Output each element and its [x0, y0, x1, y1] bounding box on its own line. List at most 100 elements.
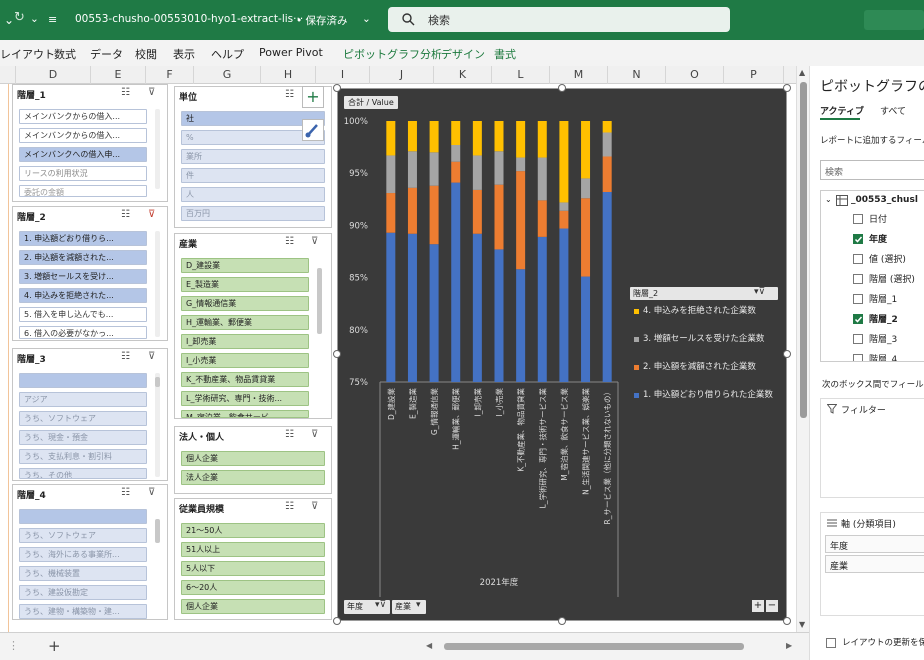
horizontal-scroll-thumb[interactable] [444, 643, 744, 650]
resize-handle[interactable] [558, 84, 566, 92]
tab-design[interactable]: デザイン [441, 46, 485, 62]
column-header-g[interactable]: G [194, 66, 261, 84]
collapse-icon[interactable]: ⌄ [825, 195, 832, 204]
slicer-scroll-thumb[interactable] [155, 377, 160, 387]
column-header-f[interactable]: F [146, 66, 194, 84]
slicer-item[interactable]: うち、その他 [19, 468, 147, 479]
scroll-thumb[interactable] [800, 82, 807, 418]
slicer-item[interactable]: H_運輸業、郵便業 [181, 315, 309, 330]
tab-layout[interactable]: レイアウト [0, 46, 55, 62]
axis-item[interactable]: 産業 [825, 555, 924, 573]
slicer-kaisou-3[interactable]: 階層_3 ☷ ⊽ アジア うち、ソフトウェア うち、現金・預金 うち、支払利息・… [12, 348, 168, 481]
resize-handle[interactable] [783, 84, 791, 92]
slicer-item[interactable]: 3. 増額セールスを受け... [19, 269, 147, 284]
slicer-item[interactable]: D_建設業 [181, 258, 309, 273]
hscroll-left-icon[interactable]: ◀ [426, 641, 432, 650]
slicer-item[interactable]: 百万円 [181, 206, 325, 221]
tab-pivotchart-analyze[interactable]: ピボットグラフ分析 [343, 46, 442, 62]
tab-review[interactable]: 校閲 [135, 46, 157, 62]
slicer-item[interactable]: 2. 申込額を減額された... [19, 250, 147, 265]
slicer-item[interactable]: G_情報通信業 [181, 296, 309, 311]
axis-field-button-sangyo[interactable]: 産業 ▾ [392, 600, 426, 614]
column-header-e[interactable]: E [91, 66, 146, 84]
slicer-item[interactable]: 5人以下 [181, 561, 325, 576]
slicer-item[interactable]: うち、機械装置 [19, 566, 147, 581]
slicer-item[interactable]: 委託の金額 [19, 185, 147, 197]
resize-handle[interactable] [333, 617, 341, 625]
tab-active-fields[interactable]: アクティブ [820, 104, 864, 117]
clear-filter-icon[interactable]: ⊽ [148, 351, 155, 362]
hscroll-right-icon[interactable]: ▶ [786, 641, 792, 650]
slicer-item[interactable]: 51人以上 [181, 542, 325, 557]
slicer-item[interactable]: M_宿泊業、飲食サービ... [181, 410, 309, 418]
field-checkbox[interactable] [853, 274, 863, 284]
slicer-item[interactable]: 4. 申込みを拒絶された... [19, 288, 147, 303]
slicer-item[interactable]: 21～50人 [181, 523, 325, 538]
resize-handle[interactable] [558, 617, 566, 625]
slicer-item[interactable]: アジア [19, 392, 147, 407]
clear-filter-icon[interactable]: ⊽ [311, 429, 318, 440]
multiselect-icon[interactable]: ☷ [285, 429, 294, 440]
clear-filter-icon[interactable]: ⊽ [148, 87, 155, 98]
clear-filter-icon[interactable]: ⊽ [311, 501, 318, 512]
clear-filter-icon[interactable]: ⊽ [148, 209, 155, 220]
slicer-item[interactable]: 件 [181, 168, 325, 183]
slicer-scroll-thumb[interactable] [317, 268, 322, 334]
slicer-item[interactable]: 6～20人 [181, 580, 325, 595]
axis-field-button-nendo[interactable]: 年度 ▾⊽ [344, 600, 390, 614]
chart-style-button[interactable] [302, 119, 324, 141]
slicer-item[interactable]: 1. 申込額どおり借りら... [19, 231, 147, 246]
slicer-scrollbar[interactable] [155, 109, 160, 189]
field-list[interactable]: ⌄ _00553_chusl 日付 年度 値 (選択) 階層 (選択) 階層_1… [820, 190, 924, 362]
slicer-item[interactable]: メインバンクへの借入申... [19, 147, 147, 162]
tab-format[interactable]: 書式 [494, 46, 516, 62]
slicer-kaisou-2[interactable]: 階層_2 ☷ ⊽ 1. 申込額どおり借りら... 2. 申込額を減額された...… [12, 206, 168, 341]
filter-dropdown-icon[interactable]: ▾⊽ [375, 600, 386, 610]
slicer-item[interactable]: 個人企業 [181, 451, 325, 466]
slicer-item[interactable]: I_小売業 [181, 353, 309, 368]
slicer-item[interactable]: 6. 借入の必要がなかっ... [19, 326, 147, 339]
file-name[interactable]: 00553-chusho-00553010-hyo1-extract-lis··… [75, 13, 303, 25]
tab-power-pivot[interactable]: Power Pivot [259, 46, 323, 59]
column-header-k[interactable]: K [434, 66, 492, 84]
legend-item[interactable]: 1. 申込額どおり借りられた企業数 [634, 388, 784, 416]
collapse-field-button[interactable]: − [766, 600, 778, 612]
multiselect-icon[interactable]: ☷ [121, 351, 130, 362]
slicer-item[interactable]: うち、ソフトウェア [19, 411, 147, 426]
slicer-item[interactable]: L_学術研究、専門・技術... [181, 391, 309, 406]
field-checkbox[interactable] [853, 214, 863, 224]
multiselect-icon[interactable]: ☷ [285, 501, 294, 512]
account-area[interactable] [864, 10, 924, 30]
column-header-d[interactable]: D [16, 66, 91, 84]
resize-handle[interactable] [783, 617, 791, 625]
slicer-sangyo[interactable]: 産業 ☷ ⊽ D_建設業 E_製造業 G_情報通信業 H_運輸業、郵便業 I_卸… [174, 233, 332, 419]
tab-all-fields[interactable]: すべて [880, 104, 906, 117]
filter-area[interactable]: フィルター [820, 398, 924, 498]
resize-handle[interactable] [783, 350, 791, 358]
redo-dropdown-icon[interactable]: ⌄ [30, 13, 39, 25]
legend-filter-icon[interactable]: ▾⊽ [754, 287, 765, 297]
column-header-p[interactable]: P [724, 66, 784, 84]
save-status-chevron-icon[interactable]: ⌄ [362, 13, 371, 25]
field-checkbox[interactable] [853, 254, 863, 264]
dropdown-icon[interactable]: ▾ [416, 600, 421, 610]
multiselect-icon[interactable]: ☷ [121, 87, 130, 98]
slicer-kaisou-1[interactable]: 階層_1 ☷ ⊽ メインバンクからの借入... メインバンクからの借入... メ… [12, 84, 168, 202]
slicer-item[interactable]: うち、現金・預金 [19, 430, 147, 445]
slicer-item[interactable]: 個人企業 [181, 599, 325, 614]
slicer-item[interactable]: リースの利用状況 [19, 166, 147, 181]
axis-item[interactable]: 年度 [825, 535, 924, 553]
slicer-jugyoin-kibo[interactable]: 従業員規模 ☷ ⊽ 21～50人 51人以上 5人以下 6～20人 個人企業 [174, 498, 332, 620]
field-checkbox[interactable] [853, 234, 863, 244]
field-checkbox[interactable] [853, 294, 863, 304]
field-search-input[interactable]: 検索 [820, 160, 924, 180]
tab-formulas[interactable]: 数式 [54, 46, 76, 62]
search-box[interactable]: 検索 [388, 7, 730, 32]
add-sheet-button[interactable]: + [48, 637, 61, 655]
resize-handle[interactable] [333, 84, 341, 92]
vertical-scrollbar[interactable]: ▲ ▼ [796, 66, 809, 632]
slicer-item[interactable] [19, 373, 147, 388]
clear-filter-icon[interactable]: ⊽ [311, 236, 318, 247]
slicer-item[interactable]: うち、ソフトウェア [19, 528, 147, 543]
scroll-down-icon[interactable]: ▼ [799, 620, 805, 629]
